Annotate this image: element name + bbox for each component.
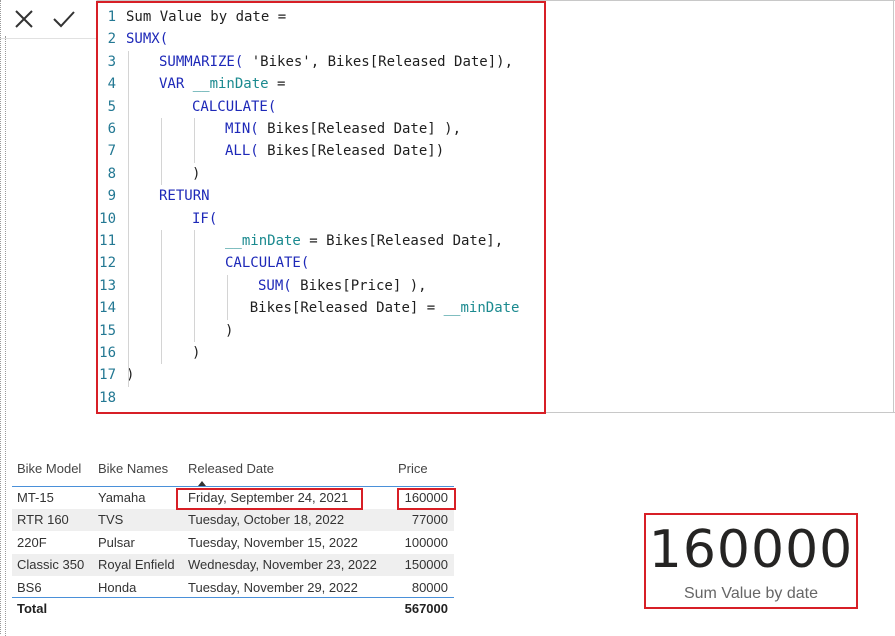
cell-price: 100000 (404, 534, 448, 550)
total-label: Total (17, 601, 48, 616)
check-icon (53, 11, 75, 28)
cell-price: 77000 (411, 512, 448, 528)
cell-bike-name: Pulsar (98, 534, 135, 550)
cell-released-date: Tuesday, November 29, 2022 (188, 579, 358, 595)
cell-bike-name: Royal Enfield (98, 557, 175, 573)
formula-highlight-box (96, 1, 546, 414)
cell-bike-name: Honda (98, 579, 137, 595)
card-value: 160000 (648, 520, 854, 580)
header-price[interactable]: Price (398, 455, 428, 483)
cancel-button[interactable] (8, 4, 40, 34)
cell-bike-model: RTR 160 (17, 512, 69, 528)
editor-right-border (893, 0, 894, 412)
price-highlight-box (397, 488, 456, 510)
cell-released-date: Wednesday, November 23, 2022 (188, 557, 377, 573)
cell-price: 150000 (404, 557, 448, 573)
table-row[interactable]: RTR 160 TVS Tuesday, October 18, 2022 77000 (12, 509, 454, 532)
canvas-edge-dotted (5, 36, 6, 636)
cell-bike-model: 220F (17, 534, 47, 550)
total-value: 567000 (404, 601, 448, 616)
header-released-date[interactable]: Released Date (188, 455, 274, 483)
table-row[interactable]: BS6 Honda Tuesday, November 29, 2022 80000 (12, 577, 454, 599)
header-bike-names[interactable]: Bike Names (98, 455, 168, 483)
cell-released-date: Tuesday, October 18, 2022 (188, 512, 345, 528)
table-row[interactable]: Classic 350 Royal Enfield Wednesday, Novem… (12, 554, 454, 577)
header-bike-model[interactable]: Bike Model (17, 455, 81, 483)
formula-bar-toolbar (0, 0, 97, 39)
card-label: Sum Value by date (683, 585, 818, 602)
table-total-row: Total 567000 (12, 598, 454, 620)
close-icon (15, 10, 33, 28)
cell-price: 80000 (411, 579, 448, 595)
cell-bike-name: TVS (98, 512, 124, 528)
cell-bike-name: Yamaha (98, 490, 146, 505)
card-visual[interactable]: 160000 Sum Value by date (644, 513, 858, 609)
date-highlight-box (176, 488, 363, 510)
table-row[interactable]: 220F Pulsar Tuesday, November 15, 2022 1000… (12, 532, 454, 554)
cell-bike-model: MT-15 (17, 490, 54, 505)
commit-button[interactable] (48, 4, 80, 34)
cell-bike-model: BS6 (17, 579, 42, 595)
canvas-edge-left (0, 0, 1, 634)
cell-bike-model: Classic 350 (17, 557, 85, 573)
cell-released-date: Tuesday, November 15, 2022 (188, 534, 358, 550)
